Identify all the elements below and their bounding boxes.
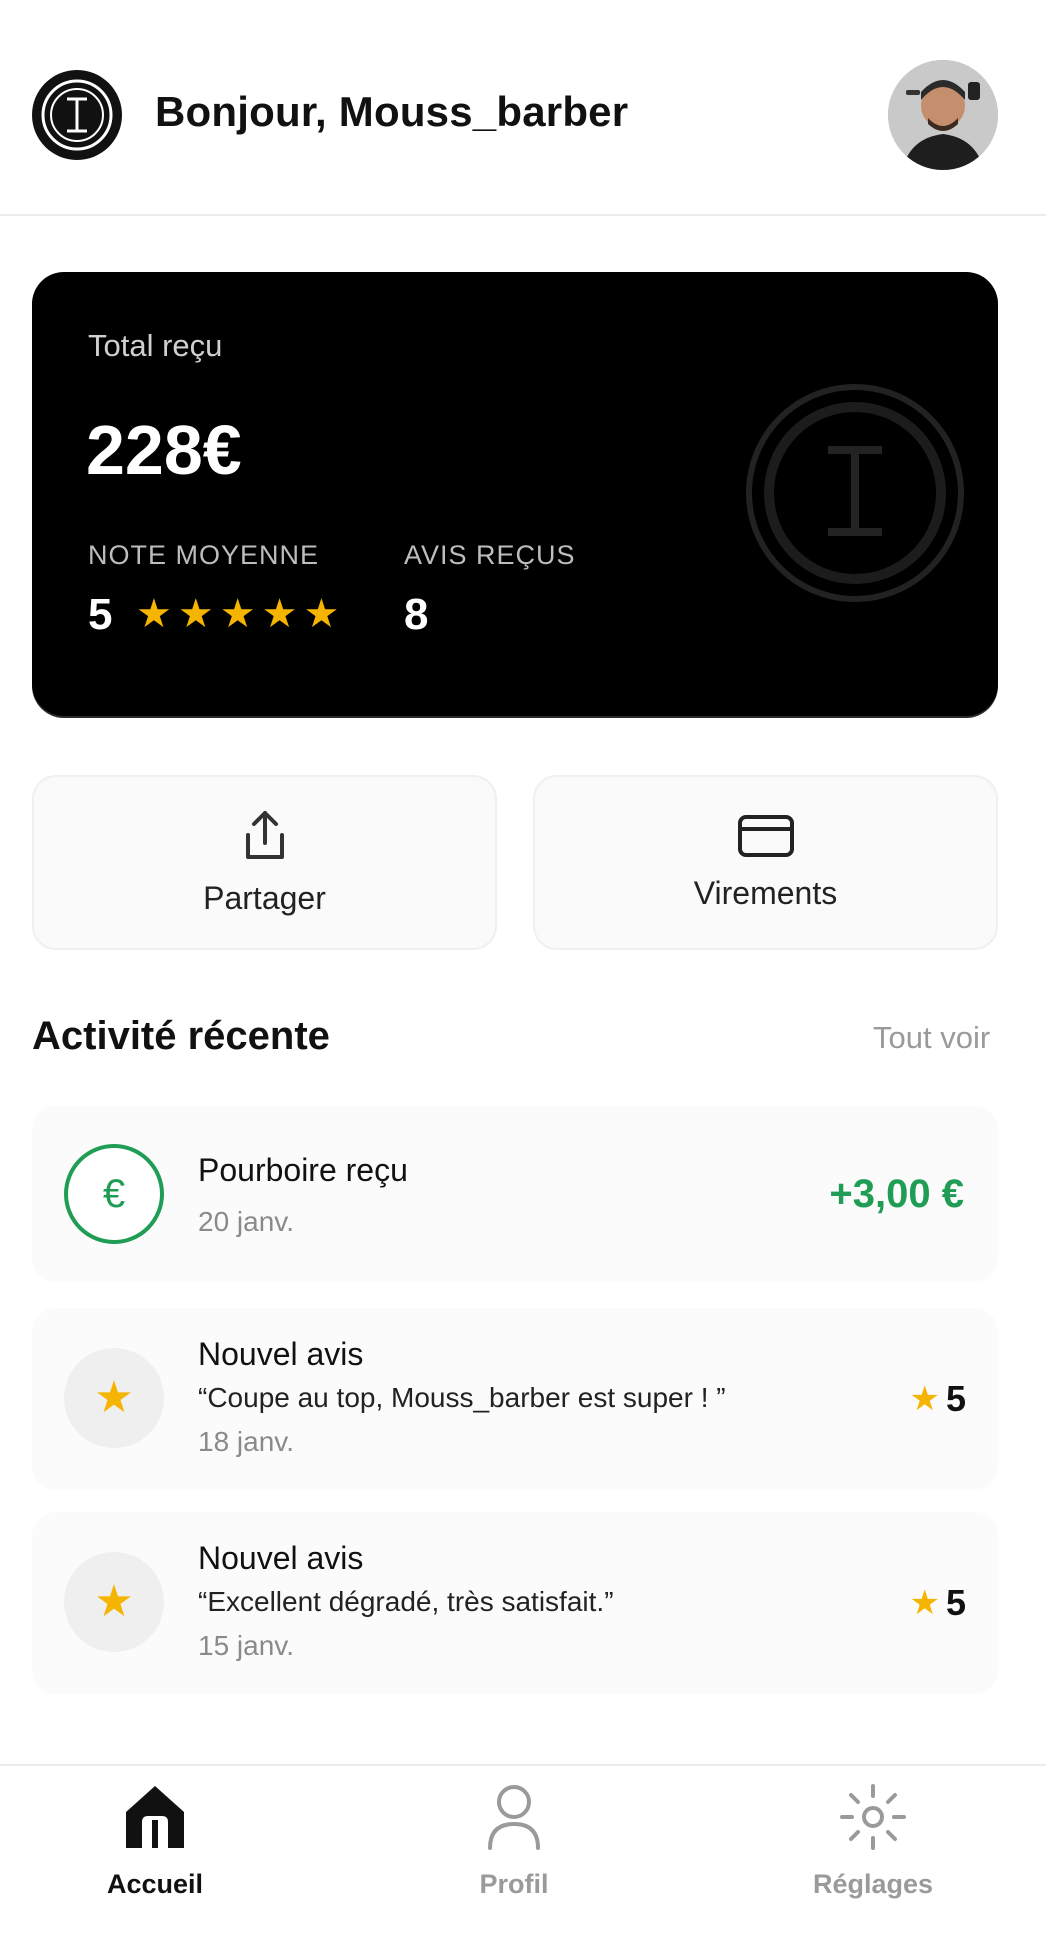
see-all-link[interactable]: Tout voir: [873, 1020, 990, 1056]
activity-title: Nouvel avis: [198, 1336, 364, 1372]
star-icon: ★: [136, 592, 172, 636]
nav-item-settings[interactable]: Réglages: [753, 1782, 993, 1900]
star-icon: ★: [64, 1552, 164, 1652]
star-icon: ★: [64, 1348, 164, 1448]
star-icon: ★: [909, 1380, 940, 1418]
share-button[interactable]: Partager: [32, 775, 497, 950]
nav-label-settings: Réglages: [812, 1869, 934, 1899]
total-label: Total reçu: [88, 328, 223, 363]
user-avatar[interactable]: [888, 60, 998, 170]
nav-item-home[interactable]: Accueil: [35, 1782, 275, 1900]
transfers-button[interactable]: Virements: [533, 775, 998, 950]
transfers-label: Virements: [693, 874, 838, 911]
activity-item-tip[interactable]: € Pourboire reçu 20 janv. +3,00 €: [32, 1106, 998, 1282]
review-rating: ★ 5: [909, 1378, 966, 1420]
activity-title: Nouvel avis: [198, 1540, 364, 1576]
activity-date: 18 janv.: [198, 1426, 294, 1457]
balance-card: Total reçu 228€ NOTE MOYENNE 5 ★ ★ ★ ★ ★…: [32, 272, 998, 716]
share-icon: [240, 809, 290, 868]
rating-label: NOTE MOYENNE: [88, 540, 320, 570]
user-icon: [484, 1782, 544, 1857]
reviews-label: AVIS REÇUS: [404, 540, 576, 570]
reviews-value: 8: [404, 590, 429, 639]
review-quote: “Coupe au top, Mouss_barber est super ! …: [198, 1382, 726, 1413]
activity-title: Pourboire reçu: [198, 1152, 408, 1188]
settings-icon: [838, 1782, 908, 1857]
barber-logo-icon[interactable]: [32, 70, 122, 160]
home-icon: [122, 1782, 188, 1857]
watermark-logo-icon: [744, 382, 966, 604]
star-icon: ★: [303, 592, 340, 636]
recent-activity-title: Activité récente: [32, 1014, 330, 1058]
nav-label-profile: Profil: [479, 1869, 549, 1899]
nav-label-home: Accueil: [106, 1869, 204, 1899]
app-header: Bonjour, Mouss_barber: [0, 0, 1046, 216]
star-icon: ★: [219, 592, 256, 636]
nav-item-profile[interactable]: Profil: [394, 1782, 634, 1900]
star-icon: ★: [909, 1584, 940, 1622]
star-icon: ★: [177, 592, 214, 636]
review-rating-value: 5: [945, 1582, 966, 1623]
credit-card-icon: [737, 814, 795, 863]
activity-item-review[interactable]: ★ Nouvel avis “Excellent dégradé, très s…: [32, 1512, 998, 1694]
greeting-title: Bonjour, Mouss_barber: [155, 88, 629, 135]
star-icon: ★: [261, 592, 298, 636]
activity-amount: +3,00 €: [829, 1172, 964, 1216]
review-quote: “Excellent dégradé, très satisfait.”: [198, 1586, 614, 1617]
activity-item-review[interactable]: ★ Nouvel avis “Coupe au top, Mouss_barbe…: [32, 1308, 998, 1490]
bottom-navigation: Accueil Profil Réglages: [0, 1764, 1046, 1935]
home-screen: Bonjour, Mouss_barber Total reçu 228€ NO…: [0, 0, 1046, 1935]
review-rating: ★ 5: [909, 1582, 966, 1624]
review-rating-value: 5: [945, 1378, 966, 1419]
share-label: Partager: [203, 879, 326, 916]
total-amount: 228€: [86, 411, 242, 489]
rating-stars: ★ ★ ★ ★ ★: [136, 594, 339, 634]
euro-icon: €: [64, 1144, 164, 1244]
activity-date: 20 janv.: [198, 1206, 294, 1237]
rating-value: 5: [88, 590, 113, 639]
activity-date: 15 janv.: [198, 1630, 294, 1661]
